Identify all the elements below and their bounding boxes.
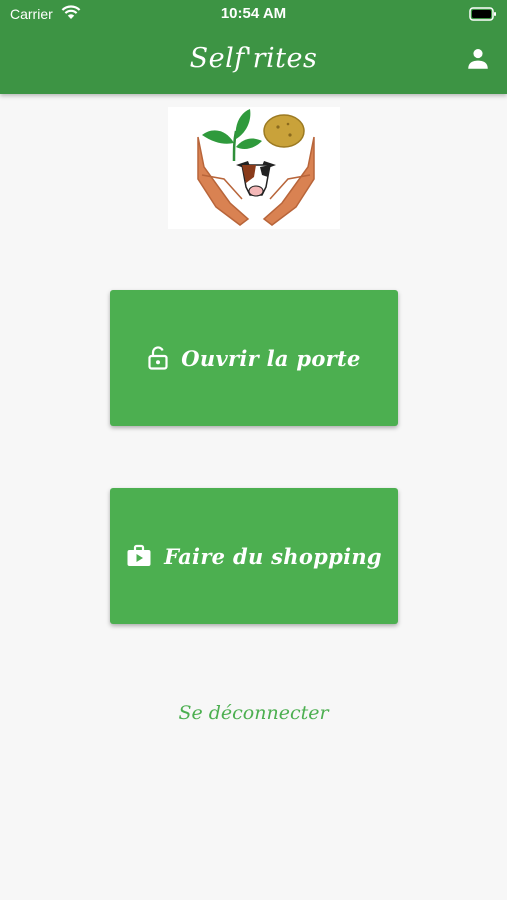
app-title: Self'rites [189,43,318,74]
open-door-button[interactable]: Ouvrir la porte [110,290,398,426]
open-door-label: Ouvrir la porte [181,345,361,371]
farm-logo [168,107,340,229]
lock-open-icon [147,346,169,370]
profile-button[interactable] [465,46,491,72]
status-time: 10:54 AM [220,5,287,22]
person-icon [468,49,488,69]
app-header: Carrier 10:54 AM Self'rites [0,0,507,94]
shopping-button[interactable]: Faire du shopping [110,488,398,624]
logout-link[interactable]: Se déconnecter [0,702,507,724]
battery-icon [469,7,497,26]
shopping-bag-icon [126,544,152,568]
status-bar: Carrier 10:54 AM [0,0,507,30]
shopping-label: Faire du shopping [164,543,382,569]
